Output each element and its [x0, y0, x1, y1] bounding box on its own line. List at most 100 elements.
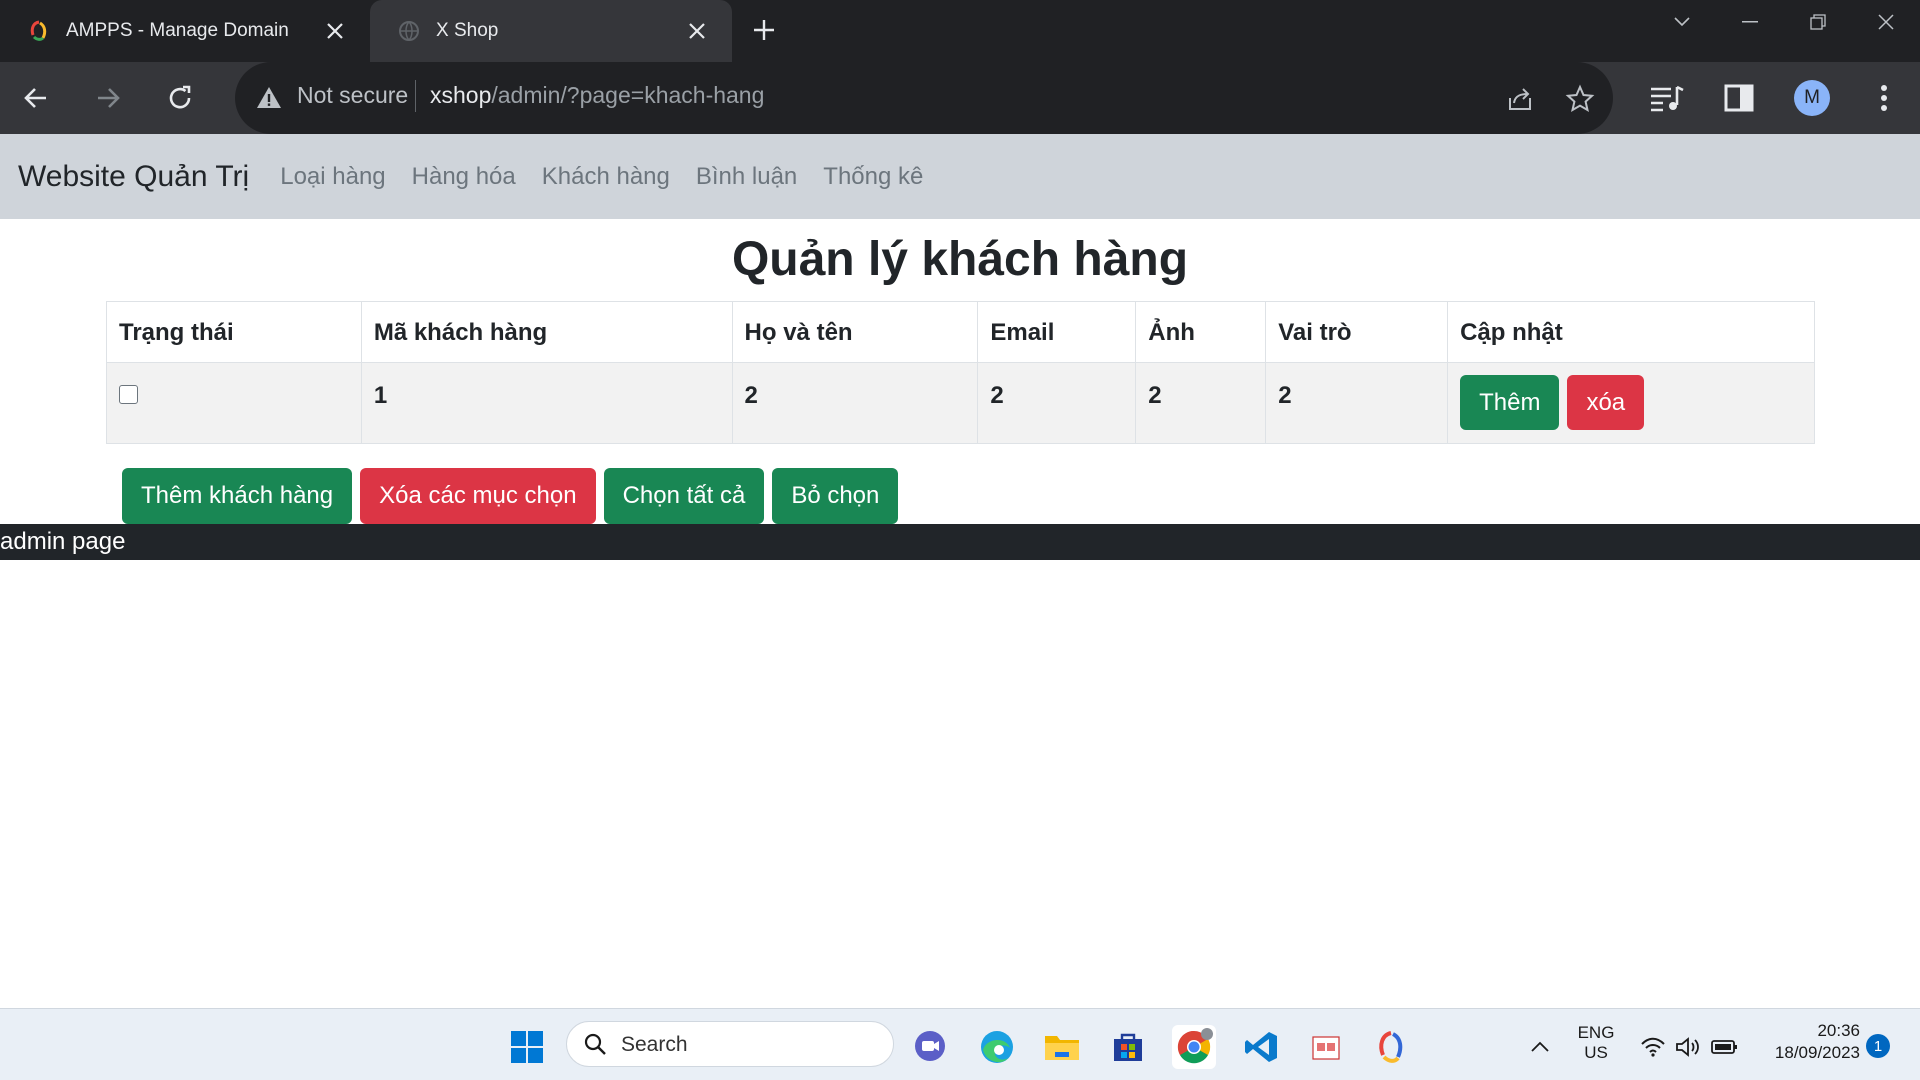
- header-cap-nhat: Cập nhật: [1447, 301, 1815, 363]
- more-vertical-icon: [1881, 85, 1887, 111]
- share-icon: [1509, 88, 1531, 110]
- cell-cap-nhat: Thêm xóa: [1447, 362, 1815, 444]
- deselect-button[interactable]: Bỏ chọn: [772, 468, 899, 524]
- ampps-app[interactable]: [1370, 1025, 1414, 1069]
- cell-anh: 2: [1135, 362, 1267, 444]
- address-bar[interactable]: Not secure xshop/admin/?page=khach-hang: [235, 62, 1613, 134]
- side-panel-button[interactable]: [1719, 78, 1759, 118]
- new-tab-button[interactable]: [745, 12, 783, 50]
- table-header-row: Trạng thái Mã khách hàng Họ và tên Email…: [106, 301, 1815, 363]
- nav-link-loai-hang[interactable]: Loại hàng: [267, 163, 398, 191]
- nav-link-hang-hoa[interactable]: Hàng hóa: [399, 163, 529, 191]
- forward-button[interactable]: [86, 76, 130, 120]
- battery-icon: [1711, 1040, 1737, 1054]
- snipping-app[interactable]: [1304, 1025, 1348, 1069]
- window-controls: [1648, 0, 1920, 44]
- media-control-button[interactable]: [1647, 78, 1687, 118]
- side-panel-icon: [1724, 84, 1754, 112]
- folder-icon: [1045, 1036, 1079, 1060]
- taskbar-search[interactable]: Search: [566, 1021, 894, 1067]
- cell-email: 2: [977, 362, 1137, 444]
- admin-navbar: Website Quản Trị Loại hàng Hàng hóa Khác…: [0, 134, 1920, 219]
- header-email: Email: [977, 301, 1137, 363]
- select-all-button[interactable]: Chọn tất cả: [603, 468, 765, 524]
- taskbar: Search ENG US 20:36 18/09/2023: [0, 1008, 1920, 1080]
- star-icon: [1565, 84, 1595, 113]
- nav-link-binh-luan[interactable]: Bình luận: [683, 163, 810, 191]
- tab-search-button[interactable]: [1648, 0, 1716, 44]
- teams-chat-app[interactable]: [908, 1025, 952, 1069]
- url-path: /admin/?page=khach-hang: [491, 82, 765, 108]
- warning-icon[interactable]: [255, 84, 283, 112]
- windows-logo-icon: [511, 1031, 543, 1063]
- cell-ho-va-ten: 2: [731, 362, 979, 444]
- arrow-right-icon: [98, 88, 120, 108]
- row-select-checkbox[interactable]: [119, 385, 138, 404]
- show-hidden-icons-button[interactable]: [1518, 1025, 1562, 1069]
- language-indicator[interactable]: ENG US: [1570, 1023, 1622, 1063]
- chevron-down-icon: [1674, 17, 1690, 27]
- header-ho-va-ten: Họ và tên: [731, 301, 979, 363]
- close-tab-icon[interactable]: [320, 16, 350, 46]
- share-button[interactable]: [1503, 82, 1537, 116]
- close-window-button[interactable]: [1852, 0, 1920, 44]
- notification-badge[interactable]: 1: [1866, 1034, 1890, 1058]
- address-divider: [415, 80, 416, 112]
- chevron-up-icon: [1531, 1041, 1549, 1052]
- clock-date: 18/09/2023: [1774, 1043, 1860, 1062]
- close-tab-icon[interactable]: [682, 16, 712, 46]
- table-row: 1 2 2 2 2 Thêm xóa: [106, 362, 1815, 444]
- bookmark-button[interactable]: [1563, 82, 1597, 116]
- url-text[interactable]: xshop/admin/?page=khach-hang: [430, 82, 764, 109]
- arrow-left-icon: [24, 88, 46, 108]
- navbar-brand[interactable]: Website Quản Trị: [18, 160, 249, 194]
- chrome-app[interactable]: [1172, 1025, 1216, 1069]
- bulk-actions: Thêm khách hàng Xóa các mục chọn Chọn tấ…: [122, 468, 899, 524]
- start-button[interactable]: [505, 1025, 549, 1069]
- header-ma-khach-hang: Mã khách hàng: [360, 301, 733, 363]
- page-title: Quản lý khách hàng: [731, 233, 1189, 286]
- clock-time: 20:36: [1817, 1021, 1860, 1040]
- row-edit-button[interactable]: Thêm: [1460, 375, 1560, 430]
- vscode-app[interactable]: [1239, 1025, 1283, 1069]
- close-icon: [1878, 14, 1894, 30]
- tab-title: AMPPS - Manage Domain: [66, 20, 289, 41]
- region-code: US: [1584, 1043, 1608, 1062]
- security-label[interactable]: Not secure: [297, 82, 408, 109]
- plus-icon: [754, 20, 774, 40]
- chat-icon: [915, 1031, 945, 1061]
- reload-button[interactable]: [158, 76, 202, 120]
- profile-avatar[interactable]: M: [1794, 80, 1830, 116]
- store-app[interactable]: [1106, 1025, 1150, 1069]
- tab-xshop[interactable]: X Shop: [370, 0, 732, 62]
- globe-icon: [399, 21, 419, 42]
- delete-selected-button[interactable]: Xóa các mục chọn: [360, 468, 596, 524]
- quick-settings-button[interactable]: [1630, 1025, 1750, 1069]
- edge-browser-icon: [981, 1031, 1013, 1063]
- file-explorer-app[interactable]: [1040, 1025, 1084, 1069]
- restore-icon: [1810, 14, 1826, 30]
- url-host: xshop: [430, 82, 492, 108]
- nav-link-khach-hang[interactable]: Khách hàng: [529, 163, 683, 191]
- reload-icon: [169, 85, 191, 109]
- admin-footer: admin page: [0, 524, 1920, 560]
- row-delete-button[interactable]: xóa: [1567, 375, 1645, 430]
- restore-button[interactable]: [1784, 0, 1852, 44]
- nav-link-thong-ke[interactable]: Thống kê: [810, 163, 936, 191]
- clock[interactable]: 20:36 18/09/2023: [1756, 1021, 1860, 1063]
- minimize-button[interactable]: [1716, 0, 1784, 44]
- cell-vai-tro: 2: [1265, 362, 1449, 444]
- ampps-favicon-icon: [30, 20, 47, 41]
- store-icon: [1114, 1033, 1142, 1061]
- search-placeholder: Search: [621, 1033, 688, 1056]
- header-anh: Ảnh: [1135, 301, 1267, 363]
- back-button[interactable]: [14, 76, 58, 120]
- browser-menu-button[interactable]: [1864, 78, 1904, 118]
- tab-ampps[interactable]: AMPPS - Manage Domain: [0, 0, 370, 62]
- cell-status: [106, 362, 362, 444]
- add-customer-button[interactable]: Thêm khách hàng: [122, 468, 353, 524]
- edge-app[interactable]: [975, 1025, 1019, 1069]
- browser-tabstrip: AMPPS - Manage Domain X Shop: [0, 0, 1920, 62]
- ampps-icon: [1379, 1031, 1403, 1063]
- minimize-icon: [1742, 21, 1758, 23]
